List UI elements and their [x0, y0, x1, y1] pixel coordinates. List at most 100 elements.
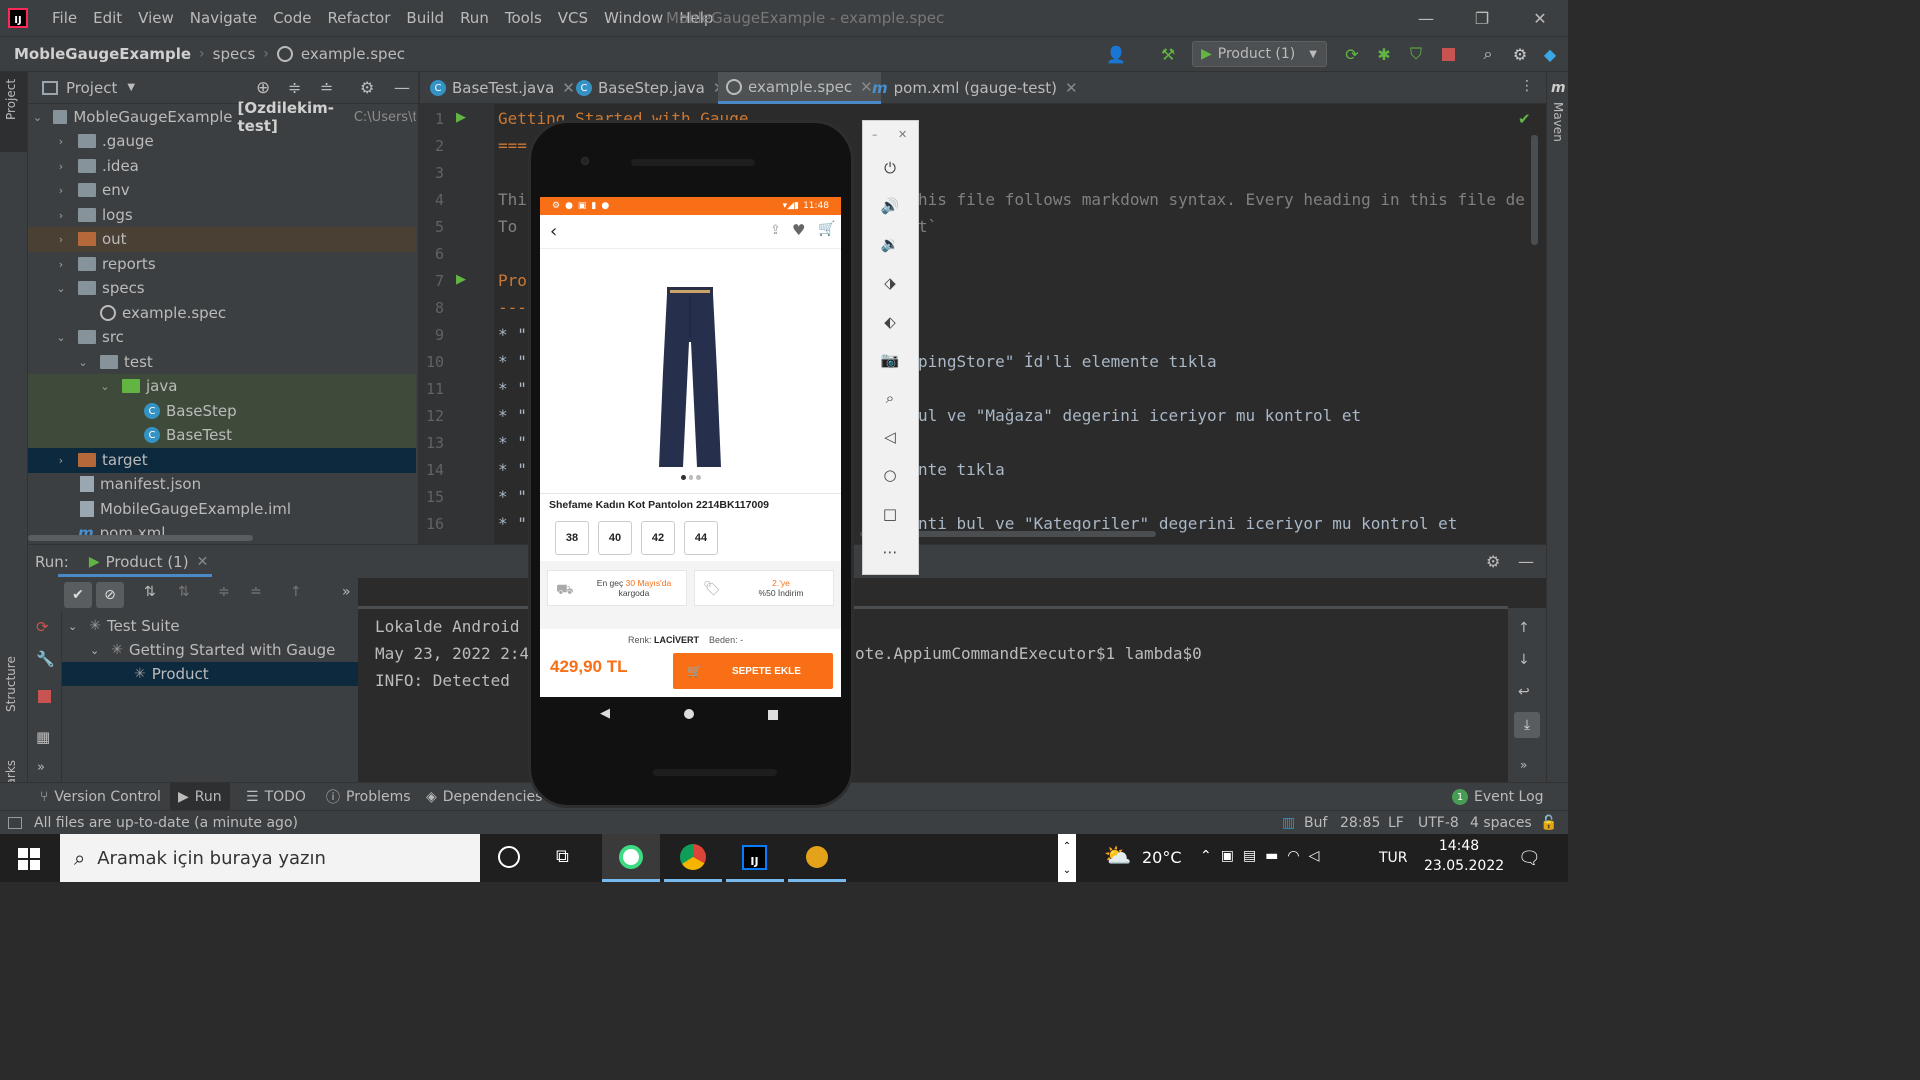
close-icon[interactable]: ✕	[1512, 0, 1568, 36]
menu-edit[interactable]: Edit	[85, 0, 130, 36]
tool-tab-dependencies[interactable]: ◈ Dependencies	[426, 783, 542, 811]
share-icon[interactable]: ⇪	[770, 223, 781, 238]
rerun-failed-icon[interactable]: ⟳	[36, 618, 49, 636]
more-icon[interactable]: ⋯	[880, 542, 900, 562]
chevron-down-icon[interactable]: ▼	[127, 82, 135, 93]
android-recents-icon[interactable]	[768, 710, 778, 720]
menu-run[interactable]: Run	[452, 0, 497, 36]
tool-tab-todo[interactable]: ☰ TODO	[246, 783, 306, 811]
search-icon[interactable]: ⌕	[1476, 42, 1500, 66]
back-arrow-icon[interactable]: ‹	[550, 221, 557, 242]
minimize-icon[interactable]: —	[1398, 0, 1454, 36]
power-icon[interactable]: ⏻	[880, 158, 900, 178]
menu-build[interactable]: Build	[398, 0, 452, 36]
tree-row-iml[interactable]: MobileGaugeExample.iml	[28, 497, 416, 522]
run-tab[interactable]: Product (1)	[106, 553, 189, 571]
test-suite-node[interactable]: ⌄ ✳ Test Suite	[62, 614, 358, 638]
windows-start-icon[interactable]	[18, 848, 40, 870]
emulator-screen[interactable]: ⚙●▣▮● 11:48 ▾◢▮ ‹ ⇪ ♥ 🛒 Shefame Kadın Ko…	[540, 197, 841, 697]
tree-row-root[interactable]: ⌄ MobleGaugeExample [Ozdilekim-test] C:\…	[28, 99, 416, 135]
volume-up-icon[interactable]: 🔊	[880, 196, 900, 216]
arrow-down-icon[interactable]: ↓	[1518, 652, 1530, 668]
tool-tab-problems[interactable]: ⓘ Problems	[326, 783, 411, 811]
size-option-42[interactable]: 42	[641, 521, 675, 555]
wrench-icon[interactable]: 🔧	[36, 650, 55, 668]
sort-duration-icon[interactable]: ⇅	[178, 584, 190, 600]
status-line-separator[interactable]: LF	[1388, 815, 1404, 831]
soft-wrap-icon[interactable]: ↩	[1518, 684, 1530, 700]
tab-basetest[interactable]: C BaseTest.java ✕	[422, 72, 583, 104]
taskbar-app-intellij[interactable]: IJ	[726, 834, 784, 882]
taskbar-app-emulator[interactable]	[602, 834, 660, 882]
breadcrumb-specs[interactable]: specs	[213, 45, 256, 63]
menu-view[interactable]: View	[130, 0, 182, 36]
arrow-up-icon[interactable]: ↑	[290, 584, 302, 600]
tree-row-logs[interactable]: › logs	[28, 203, 416, 228]
expand-all-icon[interactable]: ≑	[218, 584, 230, 600]
stop-icon[interactable]	[38, 690, 51, 703]
arrow-up-icon[interactable]: ↑	[1518, 620, 1530, 636]
android-home-icon[interactable]	[684, 709, 694, 719]
weather-icon[interactable]: ⛅	[1104, 844, 1131, 869]
expand-all-icon[interactable]: ≑	[288, 78, 301, 97]
tree-row-basetest[interactable]: C BaseTest	[28, 423, 416, 448]
taskbar-search[interactable]: ⌕ Aramak için buraya yazın	[60, 834, 480, 882]
tab-pom[interactable]: m pom.xml (gauge-test) ✕	[864, 72, 1086, 104]
weather-temp[interactable]: 20°C	[1142, 848, 1182, 867]
close-tab-icon[interactable]: ✕	[1065, 79, 1078, 97]
horizontal-scrollbar[interactable]	[28, 535, 253, 541]
tree-row-idea[interactable]: › .idea	[28, 154, 416, 179]
maven-tool-tab[interactable]: Maven	[1551, 102, 1565, 142]
emulator-close-icon[interactable]: ✕	[898, 128, 907, 141]
tree-row-specs[interactable]: ⌄ specs	[28, 276, 416, 301]
size-option-38[interactable]: 38	[555, 521, 589, 555]
tray-icons[interactable]: ⌃▣▤▬◠◁	[1200, 848, 1328, 864]
sort-alpha-icon[interactable]: ⇅	[144, 584, 156, 600]
user-icon[interactable]: 👤	[1104, 42, 1128, 66]
tree-row-gauge[interactable]: › .gauge	[28, 129, 416, 154]
tree-row-example-spec[interactable]: example.spec	[28, 301, 416, 326]
more-tabs-icon[interactable]: ⋮	[1520, 78, 1534, 94]
zoom-icon[interactable]: ⌕	[880, 388, 900, 408]
tree-row-env[interactable]: › env	[28, 178, 416, 203]
debug-icon[interactable]: ✱	[1372, 42, 1396, 66]
size-option-44[interactable]: 44	[684, 521, 718, 555]
cart-icon[interactable]: 🛒	[818, 221, 835, 237]
tree-row-src[interactable]: ⌄ src	[28, 325, 416, 350]
task-view-icon[interactable]: ⧉	[556, 846, 569, 867]
tree-row-target[interactable]: › target	[28, 448, 416, 473]
hide-icon[interactable]: —	[394, 78, 410, 97]
tree-row-reports[interactable]: › reports	[28, 252, 416, 277]
layout-icon[interactable]: ▦	[36, 728, 50, 746]
vertical-scrollbar[interactable]	[1531, 135, 1538, 245]
rotate-left-icon[interactable]: ⬗	[880, 273, 900, 293]
add-to-cart-button[interactable]: 🛒 SEPETE EKLE	[673, 653, 833, 689]
layout-icon[interactable]	[8, 816, 22, 829]
status-indent[interactable]: 4 spaces	[1470, 815, 1532, 831]
tab-example-spec[interactable]: example.spec ✕	[718, 72, 881, 104]
show-ignored-icon[interactable]: ⊘	[96, 582, 124, 608]
taskbar-app-chrome[interactable]	[664, 834, 722, 882]
rerun-icon[interactable]: ⟳	[1340, 42, 1364, 66]
breadcrumb-project[interactable]: MobleGaugeExample	[14, 45, 191, 63]
test-scenario-node[interactable]: ✳ Product	[62, 662, 358, 686]
gear-icon[interactable]: ⚙	[360, 78, 374, 97]
overview-icon[interactable]: □	[880, 504, 900, 524]
plugin-icon[interactable]: ◆	[1538, 42, 1562, 66]
taskbar-scroll[interactable]: ⌃ ⌄	[1058, 834, 1076, 882]
tree-row-java[interactable]: ⌄ java	[28, 374, 416, 399]
tool-tab-event-log[interactable]: 1 Event Log	[1452, 783, 1544, 811]
lock-icon[interactable]: 🔓	[1540, 815, 1557, 831]
locate-icon[interactable]: ⊕	[256, 78, 270, 98]
collapse-all-icon[interactable]: ≐	[320, 78, 333, 97]
tool-tab-version-control[interactable]: ⑂ Version Control	[40, 783, 161, 811]
run-gutter-icon[interactable]: ▶	[456, 272, 466, 287]
collapse-all-icon[interactable]: ≐	[250, 584, 262, 600]
back-icon[interactable]: ◁	[880, 427, 900, 447]
stop-icon[interactable]	[1436, 42, 1460, 66]
hide-icon[interactable]: —	[1518, 552, 1534, 571]
status-caret-position[interactable]: 28:85	[1340, 815, 1380, 831]
menu-window[interactable]: Window	[596, 0, 671, 36]
clock[interactable]: 14:48 23.05.2022	[1424, 838, 1504, 874]
volume-down-icon[interactable]: 🔉	[880, 234, 900, 254]
